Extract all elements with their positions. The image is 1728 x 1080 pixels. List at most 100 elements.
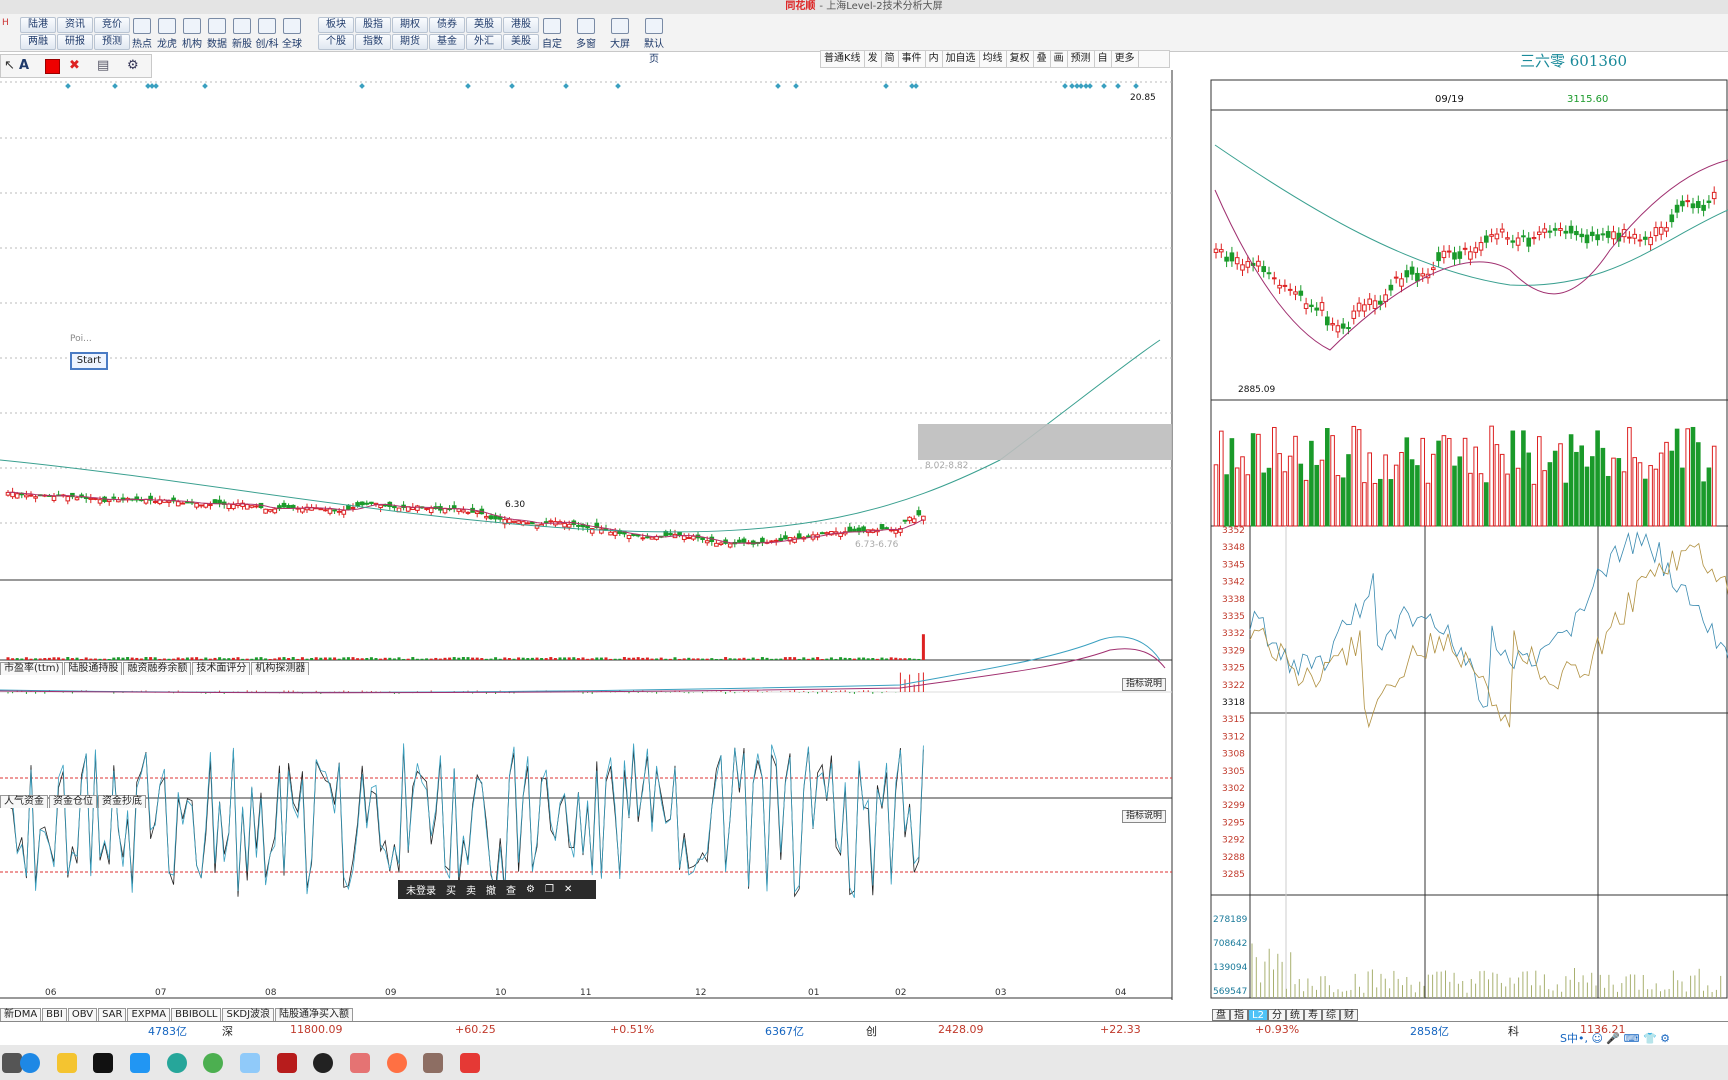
chart-toolbar-item-11[interactable]: 自 — [1095, 51, 1112, 67]
chart-toolbar-item-7[interactable]: 复权 — [1007, 51, 1034, 67]
float-bar-item-6[interactable]: ❐ — [545, 884, 554, 895]
right-candle-body-41 — [1431, 267, 1436, 271]
macd-help-button[interactable]: 指标说明 — [1122, 678, 1167, 691]
chart-toolbar-item-6[interactable]: 均线 — [980, 51, 1007, 67]
ime-toolbar[interactable]: S中•, ☺ 🎤 ⌨ 👕 ⚙ — [1560, 1030, 1728, 1046]
tradingview-icon[interactable] — [93, 1053, 113, 1073]
tabs_row3-tab-6[interactable]: SKDJ波浪 — [222, 1008, 275, 1021]
right-tab-7[interactable]: 财 — [1339, 1009, 1358, 1021]
toolbar-icon-6[interactable]: 全球 — [278, 18, 306, 50]
video-player-icon[interactable] — [130, 1053, 150, 1073]
float-bar-item-5[interactable]: ⚙ — [526, 884, 535, 895]
start-button[interactable]: Start — [70, 352, 108, 370]
tabs_row2-tab-2[interactable]: 资金抄底 — [98, 795, 146, 808]
toolbar-btn-0[interactable]: 陆港 — [20, 17, 56, 33]
tabs_row3-tab-3[interactable]: SAR — [98, 1008, 127, 1021]
chart-toolbar-item-9[interactable]: 画 — [1051, 51, 1068, 67]
tabs_row3-tab-4[interactable]: EXPMA — [127, 1008, 171, 1021]
toolbar-market-btn-3[interactable]: 债券 — [429, 17, 465, 33]
toolbar-market-btn-9[interactable]: 基金 — [429, 34, 465, 50]
right-price-axis-13: 3308 — [1222, 750, 1245, 760]
toolbar-icon-3[interactable]: 数据 — [203, 18, 231, 50]
main-chart-area[interactable]: 21.6619.8818.0716.2714.4912.6810.889.107… — [0, 70, 1175, 1000]
tabs_row1-tab-0[interactable]: 市盈率(ttm) — [0, 662, 64, 675]
right-tab-6[interactable]: 综 — [1321, 1009, 1340, 1021]
toolbar-layout-icon-3[interactable]: 默认页 — [640, 18, 668, 65]
volume-bar-16 — [80, 658, 84, 660]
chart-toolbar-item-3[interactable]: 事件 — [899, 51, 926, 67]
toolbar-btn-5[interactable]: 预测 — [94, 34, 130, 50]
right-intraday-area[interactable]: 09/19 3115.60 2885.09 3352 3348 3345 3342 3338 3… — [1210, 70, 1728, 1020]
toolbar-icon-2[interactable]: 机构 — [178, 18, 206, 50]
toolbar-icon-4[interactable]: 新股 — [228, 18, 256, 50]
chart-toolbar-item-0[interactable]: 普通K线 — [821, 51, 865, 67]
right-tab-2[interactable]: L2 — [1248, 1009, 1268, 1021]
toolbar-market-btn-4[interactable]: 英股 — [466, 17, 502, 33]
tabs_row3-tab-7[interactable]: 陆股通净买入额 — [275, 1008, 354, 1021]
toolbar-btn-4[interactable]: 研报 — [57, 34, 93, 50]
toolbar-market-btn-10[interactable]: 外汇 — [466, 34, 502, 50]
tabs_row2-tab-0[interactable]: 人气资金 — [0, 795, 48, 808]
right-tab-5[interactable]: 寿 — [1303, 1009, 1322, 1021]
browser-icon[interactable] — [387, 1053, 407, 1073]
chart-toolbar-item-4[interactable]: 内 — [926, 51, 943, 67]
toolbar-market-btn-2[interactable]: 期权 — [392, 17, 428, 33]
toolbar-layout-icon-1[interactable]: 多窗 — [572, 18, 600, 50]
right-candle-body-9 — [1261, 266, 1267, 273]
chart-toolbar-item-2[interactable]: 简 — [882, 51, 899, 67]
toolbar-market-btn-6[interactable]: 个股 — [318, 34, 354, 50]
chart-toolbar-item-10[interactable]: 预测 — [1068, 51, 1095, 67]
toolbar-icon-1[interactable]: 龙虎 — [153, 18, 181, 50]
taskbar — [0, 1045, 1728, 1080]
float-bar-item-0[interactable]: 未登录 — [406, 882, 436, 897]
right-tab-0[interactable]: 盘 — [1212, 1009, 1230, 1021]
tonghuashun-icon[interactable] — [350, 1053, 370, 1073]
float-bar-item-2[interactable]: 卖 — [466, 882, 476, 897]
volume-bar-50 — [236, 657, 240, 660]
tabs_row3-tab-0[interactable]: 新DMA — [0, 1008, 42, 1021]
right-tab-1[interactable]: 指 — [1230, 1009, 1248, 1021]
tabs_row3-tab-5[interactable]: BBIBOLL — [171, 1008, 222, 1021]
chart-toolbar-item-12[interactable]: 更多 — [1112, 51, 1139, 67]
tabs_row1-tab-1[interactable]: 陆股通持股 — [64, 662, 123, 675]
chat-app-icon[interactable] — [167, 1053, 187, 1073]
toolbar-btn-1[interactable]: 资讯 — [57, 17, 93, 33]
toolbar-icon-5[interactable]: 创/科 — [253, 18, 281, 50]
network-app-icon[interactable] — [240, 1053, 260, 1073]
media-app-icon[interactable] — [277, 1053, 297, 1073]
tabs_row3-tab-1[interactable]: BBI — [42, 1008, 67, 1021]
toolbar-layout-icon-2[interactable]: 大屏 — [606, 18, 634, 50]
float-bar-item-3[interactable]: 撤 — [486, 882, 496, 897]
file-explorer-icon[interactable] — [57, 1053, 77, 1073]
float-bar-item-4[interactable]: 查 — [506, 882, 516, 897]
chart-toolbar-item-1[interactable]: 发 — [865, 51, 882, 67]
tonghuashun-l2-icon[interactable] — [460, 1053, 480, 1073]
right-tab-4[interactable]: 统 — [1285, 1009, 1304, 1021]
toolbar-market-btn-11[interactable]: 美股 — [503, 34, 539, 50]
toolbar-btn-3[interactable]: 两融 — [20, 34, 56, 50]
toolbar-icon-0[interactable]: 热点 — [128, 18, 156, 50]
tabs_row1-tab-4[interactable]: 机构探测器 — [251, 662, 310, 675]
tabs_row2-tab-1[interactable]: 资金仓位 — [49, 795, 97, 808]
toolbar-market-btn-7[interactable]: 指数 — [355, 34, 391, 50]
start-menu-icon[interactable] — [2, 1053, 22, 1073]
edge-browser-icon[interactable] — [20, 1053, 40, 1073]
wechat-icon[interactable] — [203, 1053, 223, 1073]
chart-toolbar-item-8[interactable]: 叠 — [1034, 51, 1051, 67]
image-app-icon[interactable] — [423, 1053, 443, 1073]
float-bar-item-7[interactable]: ✕ — [564, 884, 572, 895]
tabs_row1-tab-2[interactable]: 融资融券余额 — [123, 662, 192, 675]
toolbar-market-btn-0[interactable]: 板块 — [318, 17, 354, 33]
float-bar-item-1[interactable]: 买 — [446, 882, 456, 897]
right-tab-3[interactable]: 分 — [1267, 1009, 1286, 1021]
toolbar-btn-2[interactable]: 竞价 — [94, 17, 130, 33]
toolbar-layout-icon-0[interactable]: 自定 — [538, 18, 566, 50]
kdj-help-button[interactable]: 指标说明 — [1122, 810, 1167, 823]
toolbar-market-btn-1[interactable]: 股指 — [355, 17, 391, 33]
tabs_row3-tab-2[interactable]: OBV — [67, 1008, 98, 1021]
toolbar-market-btn-8[interactable]: 期货 — [392, 34, 428, 50]
recorder-icon[interactable] — [313, 1053, 333, 1073]
tabs_row1-tab-3[interactable]: 技术面评分 — [192, 662, 251, 675]
toolbar-market-btn-5[interactable]: 港股 — [503, 17, 539, 33]
chart-toolbar-item-5[interactable]: 加自选 — [943, 51, 980, 67]
